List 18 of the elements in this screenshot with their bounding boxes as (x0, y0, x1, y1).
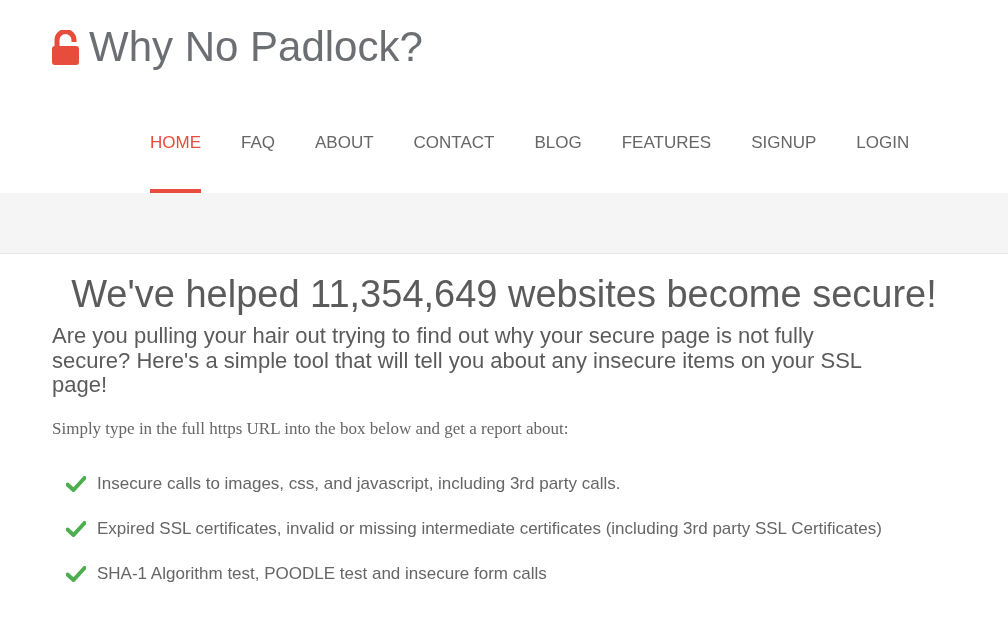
intro-paragraph: Are you pulling your hair out trying to find out why your secure page is not fully secure? Here's a simple tool that will tell you about any insecure items on your SSL page! (52, 324, 863, 398)
nav-link[interactable]: BLOG (534, 133, 582, 193)
nav-link[interactable]: LOGIN (856, 133, 910, 193)
nav-link[interactable]: ABOUT (315, 133, 374, 193)
check-icon (66, 475, 86, 492)
headline: We've helped 11,354,649 websites become secure! (70, 272, 938, 316)
feature-text: Expired SSL certificates, invalid or missing intermediate certificates (including 3rd party SSL Certificates) (97, 517, 882, 540)
open-padlock-icon (52, 29, 79, 65)
check-icon (66, 520, 86, 537)
nav-link[interactable]: FAQ (241, 133, 275, 193)
site-title: Why No Padlock? (89, 23, 423, 71)
feature-text: SHA-1 Algorithm test, POODLE test and insecure form calls (97, 562, 547, 585)
nav-link[interactable]: FEATURES (621, 133, 712, 193)
instruction-text: Simply type in the full https URL into the box below and get a report about: (52, 417, 570, 440)
nav-link[interactable]: SIGNUP (751, 133, 817, 193)
check-icon (66, 565, 86, 582)
feature-text: Insecure calls to images, css, and javascript, including 3rd party calls. (97, 472, 621, 495)
nav-link[interactable]: CONTACT (413, 133, 495, 193)
